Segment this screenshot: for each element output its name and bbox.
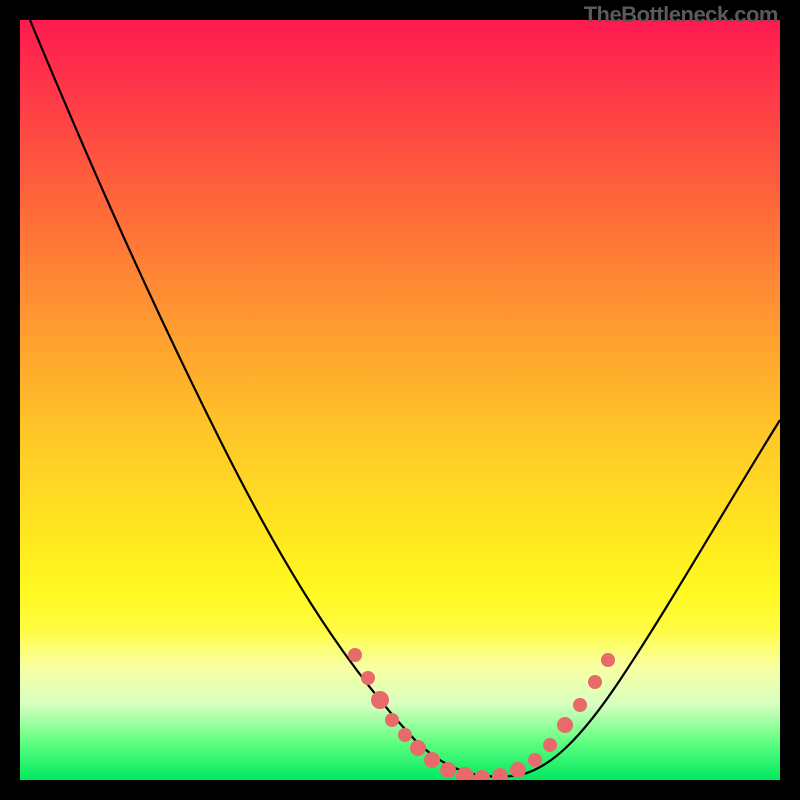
chart-container: TheBottleneck.com: [0, 0, 800, 800]
watermark-text: TheBottleneck.com: [584, 2, 778, 28]
plot-gradient-background: [20, 20, 780, 780]
